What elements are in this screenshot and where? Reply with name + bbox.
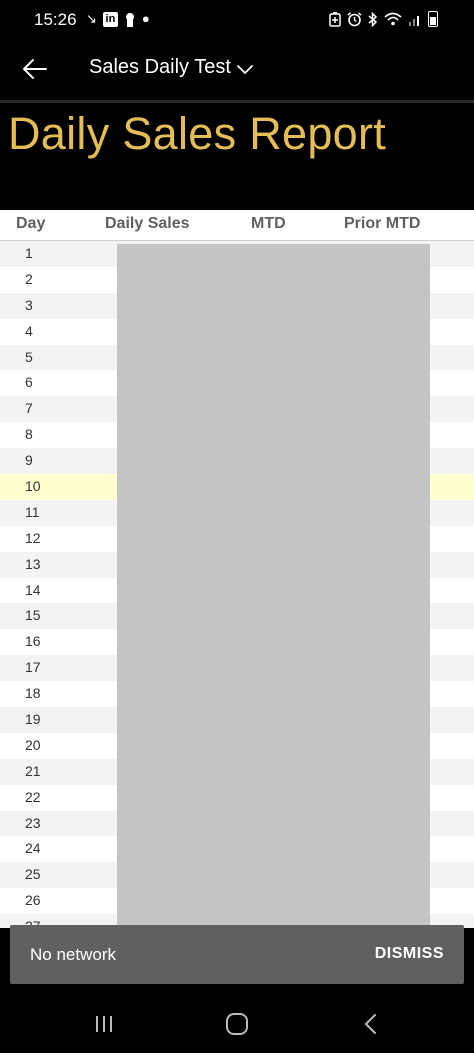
day-cell: 11 [25,503,40,520]
day-cell: 12 [25,529,41,546]
day-cell: 3 [25,296,33,313]
day-cell: 4 [25,322,33,339]
day-cell: 18 [25,685,41,702]
home-icon[interactable] [224,1011,250,1037]
app-bar: Sales Daily Test [0,40,474,100]
signal-icon [409,16,419,26]
day-cell: 14 [25,581,41,598]
day-cell: 2 [25,270,33,287]
day-cell: 19 [25,711,41,728]
column-header-day[interactable]: Day [16,215,45,233]
recent-apps-icon[interactable] [91,1011,117,1037]
system-nav-bar [0,994,474,1053]
table-header: Day Daily Sales MTD Prior MTD [0,210,474,241]
sales-table[interactable]: Day Daily Sales MTD Prior MTD 1234567891… [0,210,474,928]
day-cell: 1 [25,245,33,261]
snackbar-message: No network [30,945,116,964]
redacted-values-block [117,244,430,928]
bluetooth-icon [368,11,378,27]
system-back-icon[interactable] [358,1011,384,1037]
keyhole-icon [125,12,134,27]
day-cell: 23 [25,814,41,831]
day-cell: 20 [25,736,41,753]
day-cell: 7 [25,400,33,417]
column-header-mtd[interactable]: MTD [251,215,286,233]
day-cell: 6 [25,374,33,391]
day-cell: 16 [25,633,41,650]
column-header-daily-sales[interactable]: Daily Sales [105,215,190,233]
alarm-icon [347,11,362,26]
day-cell: 17 [25,659,41,676]
column-header-prior-mtd[interactable]: Prior MTD [344,215,420,233]
day-cell: 22 [25,788,41,805]
day-cell: 21 [25,762,41,779]
report-header: Daily Sales Report [0,103,474,210]
status-time: 15:26 [34,10,77,29]
day-cell: 13 [25,555,41,572]
back-arrow-icon[interactable] [20,54,50,84]
day-cell: 25 [25,866,41,883]
day-cell: 5 [25,348,33,365]
dismiss-button[interactable]: DISMISS [375,945,444,963]
status-right-icons [329,11,438,27]
day-cell: 15 [25,607,41,624]
status-bar: 15:26 ↘ in ● [0,0,474,40]
day-cell: 8 [25,426,33,443]
report-title: Daily Sales Report [8,108,387,159]
snackbar: No network DISMISS [10,925,464,984]
chevron-down-icon[interactable] [236,60,254,78]
day-cell: 24 [25,840,41,857]
wifi-icon [384,12,402,26]
dot-icon: ● [141,11,150,26]
day-cell: 26 [25,892,41,909]
linkedin-icon: in [102,11,118,27]
missed-call-icon: ↘ [86,11,97,26]
battery-icon [428,11,438,27]
status-left-icons: ↘ in ● [86,11,150,27]
battery-saver-icon [329,11,341,27]
day-cell: 9 [25,452,33,469]
day-cell: 10 [25,478,41,495]
report-selector-title[interactable]: Sales Daily Test [89,56,231,79]
